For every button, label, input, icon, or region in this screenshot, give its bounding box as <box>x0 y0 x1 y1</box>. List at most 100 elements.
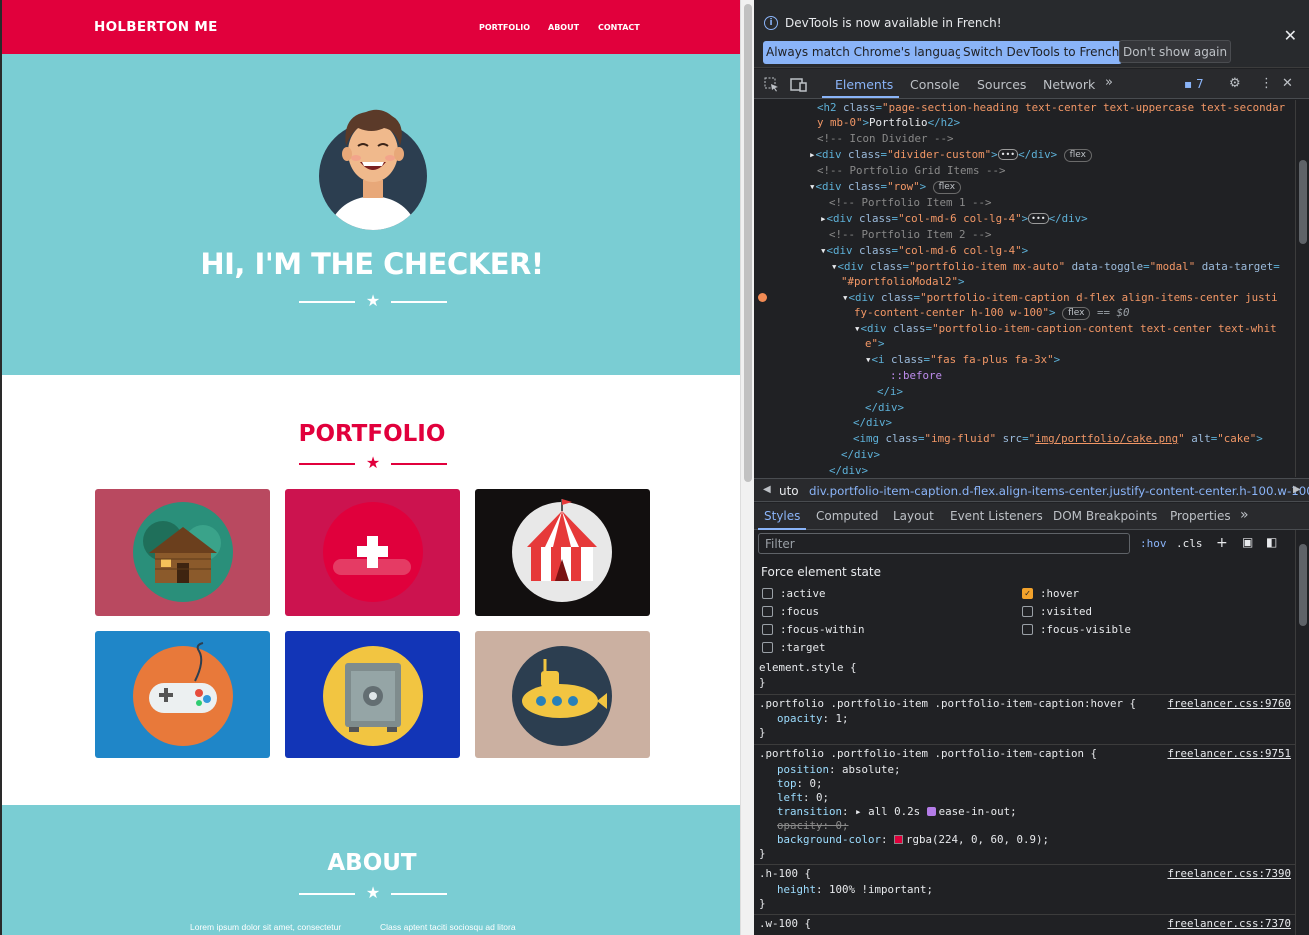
prop-transition[interactable]: transition: ▸ all 0.2s ease-in-out; <box>777 805 1017 818</box>
switch-to-french-button[interactable]: Switch DevTools to French <box>960 41 1123 64</box>
dom-node-caption-content-wrap: e"> <box>865 337 885 350</box>
close-devtools-icon[interactable]: ✕ <box>1282 76 1293 91</box>
rule-hover-source-link[interactable]: freelancer.css:9760 <box>1167 697 1291 710</box>
hov-toggle[interactable]: :hov <box>1140 537 1167 550</box>
state-target-label: :target <box>780 641 826 654</box>
portfolio-item-cabin[interactable] <box>95 489 270 616</box>
state-focus-label: :focus <box>780 605 820 618</box>
rule-w100-source-link[interactable]: freelancer.css:7370 <box>1167 917 1291 930</box>
settings-gear-icon[interactable]: ⚙ <box>1229 76 1241 91</box>
issues-badge[interactable]: ▪ 7 <box>1184 77 1204 91</box>
styles-scrollbar[interactable] <box>1295 530 1309 935</box>
rule-hover-selector[interactable]: .portfolio .portfolio-item .portfolio-it… <box>759 697 1136 710</box>
prop-opacity-hover[interactable]: opacity: 1; <box>777 712 849 725</box>
dom-node-caption-selected[interactable]: ▾<div class="portfolio-item-caption d-fl… <box>842 290 1278 306</box>
paint-brush-icon[interactable]: ▣ <box>1242 535 1253 549</box>
checkbox-hover[interactable]: ✓ <box>1022 588 1033 599</box>
more-subtabs-icon[interactable]: » <box>1240 507 1249 523</box>
styles-scrollbar-thumb[interactable] <box>1299 544 1307 626</box>
avatar <box>319 109 427 230</box>
active-tab-indicator <box>822 96 899 98</box>
nav-link-portfolio[interactable]: PORTFOLIO <box>479 23 530 32</box>
breadcrumb-prev[interactable]: uto <box>779 484 799 498</box>
prop-top[interactable]: top: 0; <box>777 777 823 790</box>
portfolio-item-cake[interactable] <box>285 489 460 616</box>
checkbox-target[interactable] <box>762 642 773 653</box>
tab-elements[interactable]: Elements <box>835 77 893 92</box>
dom-close-div-4: </div> <box>829 464 869 477</box>
checkbox-focus-visible[interactable] <box>1022 624 1033 635</box>
toggle-sidebar-icon[interactable]: ◧ <box>1266 535 1277 549</box>
dont-show-again-button[interactable]: Don't show again <box>1119 40 1232 63</box>
dom-node-img[interactable]: <img class="img-fluid" src="img/portfoli… <box>853 431 1263 447</box>
more-tabs-icon[interactable]: » <box>1105 75 1113 90</box>
dom-node-before[interactable]: ::before <box>890 368 942 384</box>
portfolio-item-submarine[interactable] <box>475 631 650 758</box>
subtab-layout[interactable]: Layout <box>893 509 934 523</box>
brand-link[interactable]: HOLBERTON ME <box>94 19 218 35</box>
new-style-rule-icon[interactable]: + <box>1216 535 1228 551</box>
breadcrumb-right-icon[interactable]: ▶ <box>1293 484 1301 495</box>
elements-scrollbar[interactable] <box>1295 100 1309 477</box>
easing-swatch[interactable] <box>926 807 936 816</box>
infobar-message: DevTools is now available in French! <box>785 16 1002 30</box>
page-scrollbar-thumb[interactable] <box>744 4 752 482</box>
nav-link-contact[interactable]: CONTACT <box>598 23 640 32</box>
checkbox-focus-within[interactable] <box>762 624 773 635</box>
dom-node-col-2[interactable]: ▾<div class="col-md-6 col-lg-4"> <box>820 243 1028 259</box>
prop-height[interactable]: height: 100% !important; <box>777 883 933 896</box>
always-match-language-button[interactable]: Always match Chrome's language <box>763 41 973 64</box>
nav-link-about[interactable]: ABOUT <box>548 23 579 32</box>
subtab-event-listeners[interactable]: Event Listeners <box>950 509 1043 523</box>
portfolio-item-circus[interactable] <box>475 489 650 616</box>
expand-triangle-icon[interactable]: ▸ <box>855 805 862 818</box>
cabin-icon <box>133 502 233 602</box>
rule-w100-selector[interactable]: .w-100 { <box>759 917 811 930</box>
subtab-dom-breakpoints[interactable]: DOM Breakpoints <box>1053 509 1157 523</box>
more-options-icon[interactable]: ⋮ <box>1260 76 1273 91</box>
prop-background-color[interactable]: background-color: rgba(224, 0, 60, 0.9); <box>777 833 1049 846</box>
dom-close-i: </i> <box>877 385 904 398</box>
tab-console[interactable]: Console <box>910 77 960 92</box>
elements-scrollbar-thumb[interactable] <box>1299 160 1307 244</box>
checkbox-focus[interactable] <box>762 606 773 617</box>
subtab-styles[interactable]: Styles <box>764 509 800 523</box>
prop-position[interactable]: position: absolute; <box>777 763 901 776</box>
rule-h100-selector[interactable]: .h-100 { <box>759 867 811 880</box>
portfolio-item-game[interactable] <box>95 631 270 758</box>
styles-filter-input[interactable]: Filter <box>758 533 1130 554</box>
prop-opacity-overridden[interactable]: opacity: 0; <box>777 819 849 832</box>
color-swatch[interactable] <box>894 835 904 844</box>
subtab-computed[interactable]: Computed <box>816 509 878 523</box>
subtab-properties[interactable]: Properties <box>1170 509 1231 523</box>
tab-network[interactable]: Network <box>1043 77 1095 92</box>
close-infobar-icon[interactable]: ✕ <box>1284 26 1297 45</box>
about-text-right: Class aptent taciti sociosqu ad litora <box>380 922 516 932</box>
inspect-element-icon[interactable] <box>764 77 779 92</box>
dom-node-i[interactable]: ▾<i class="fas fa-plus fa-3x"> <box>865 352 1060 368</box>
dom-node-row[interactable]: ▾<div class="row"> flex <box>809 179 962 195</box>
rule-caption-source-link[interactable]: freelancer.css:9751 <box>1167 747 1291 760</box>
dom-node-divider[interactable]: ▸<div class="divider-custom"> ••• </div> f… <box>809 147 1092 163</box>
checkbox-active[interactable] <box>762 588 773 599</box>
breadcrumb-left-icon[interactable]: ◀ <box>763 484 771 495</box>
dom-node-portfolio-item[interactable]: ▾<div class="portfolio-item mx-auto" dat… <box>831 259 1280 275</box>
dom-comment-icon-divider: <!-- Icon Divider --> <box>817 132 954 145</box>
rule-caption-selector[interactable]: .portfolio .portfolio-item .portfolio-it… <box>759 747 1097 760</box>
dom-node-caption-content[interactable]: ▾<div class="portfolio-item-caption-cont… <box>854 321 1277 337</box>
device-toolbar-icon[interactable] <box>790 77 807 92</box>
dom-node-h2[interactable]: <h2 class="page-section-heading text-cen… <box>817 100 1285 116</box>
element-style-rule[interactable]: element.style { <box>759 661 857 674</box>
tab-sources[interactable]: Sources <box>977 77 1026 92</box>
portfolio-item-safe[interactable] <box>285 631 460 758</box>
about-section: ABOUT ★ Lorem ipsum dolor sit amet, cons… <box>2 805 740 935</box>
cls-toggle[interactable]: .cls <box>1176 537 1203 550</box>
prop-left[interactable]: left: 0; <box>777 791 829 804</box>
elements-tree[interactable]: <h2 class="page-section-heading text-cen… <box>754 100 1295 477</box>
checkbox-visited[interactable] <box>1022 606 1033 617</box>
rule-h100-source-link[interactable]: freelancer.css:7390 <box>1167 867 1291 880</box>
dom-node-col-1[interactable]: ▸<div class="col-md-6 col-lg-4"> ••• </div… <box>820 211 1088 227</box>
star-icon: ★ <box>365 885 381 902</box>
page-scrollbar[interactable] <box>740 0 754 935</box>
breadcrumb-active[interactable]: div.portfolio-item-caption.d-flex.align-… <box>809 484 1309 498</box>
